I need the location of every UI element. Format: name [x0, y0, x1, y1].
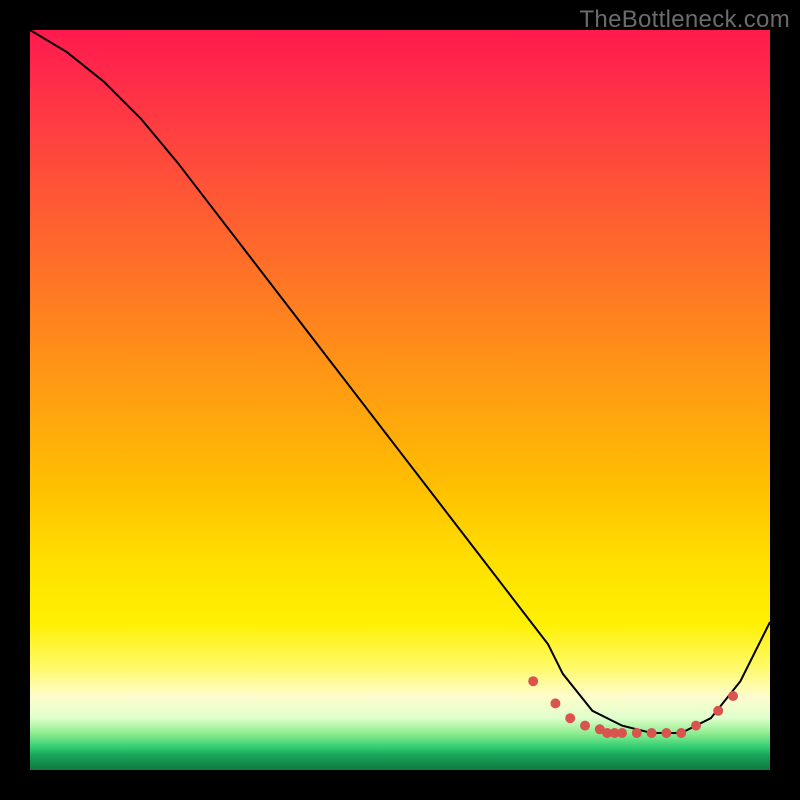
bottleneck-curve	[30, 30, 770, 733]
chart-stage: TheBottleneck.com	[0, 0, 800, 800]
scatter-dot	[565, 713, 575, 723]
scatter-dot	[728, 691, 738, 701]
scatter-dot	[647, 728, 657, 738]
scatter-dot	[661, 728, 671, 738]
plot-area	[30, 30, 770, 770]
scatter-dot	[550, 698, 560, 708]
scatter-dot	[528, 676, 538, 686]
scatter-dot	[713, 706, 723, 716]
scatter-dot	[691, 721, 701, 731]
curve-svg	[30, 30, 770, 770]
scatter-dot	[676, 728, 686, 738]
scatter-dot	[632, 728, 642, 738]
scatter-dot	[617, 728, 627, 738]
scatter-dot	[580, 721, 590, 731]
